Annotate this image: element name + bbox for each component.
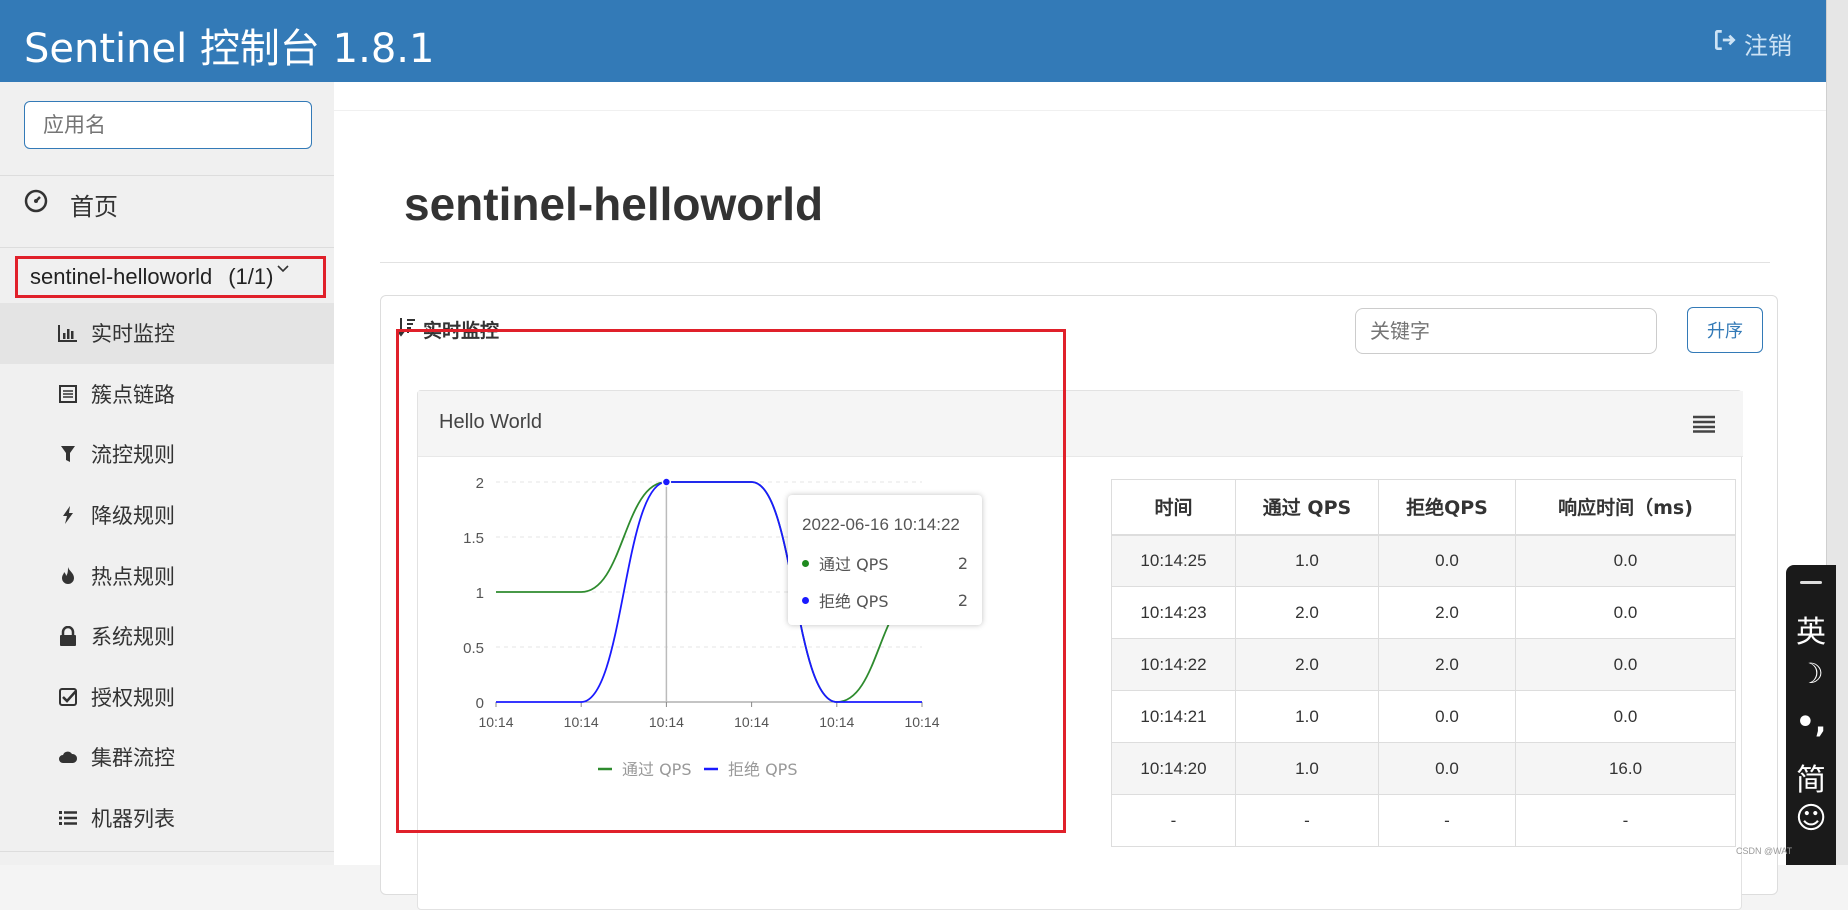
sidebar-item-label: 集群流控 xyxy=(91,746,175,771)
ime-simplified-toggle[interactable]: 简 xyxy=(1786,755,1836,799)
sidebar: 搜索 首页 sentinel-helloworld (1/1) 实时监控 簇点链… xyxy=(0,82,334,865)
table-row: 10:14:21 1.0 0.0 0.0 xyxy=(1111,690,1736,743)
ime-toolbar: 英 ☽ •, 简 ☺ xyxy=(1786,565,1836,865)
table-row: 10:14:22 2.0 2.0 0.0 xyxy=(1111,638,1736,691)
column-header-rt[interactable]: 响应时间（ms) xyxy=(1515,479,1736,536)
table-header-row: 时间 通过 QPS 拒绝QPS 响应时间（ms) xyxy=(1111,479,1736,536)
sidebar-item-machine-list[interactable]: 机器列表 xyxy=(0,788,334,849)
sidebar-item-hotspot-rules[interactable]: 热点规则 xyxy=(0,545,334,606)
top-navbar: Sentinel 控制台 1.8.1 注销 xyxy=(0,0,1826,82)
keyword-search-input[interactable] xyxy=(1355,308,1657,354)
sidebar-divider xyxy=(0,175,334,176)
sidebar-item-label: 机器列表 xyxy=(91,807,175,832)
column-header-time[interactable]: 时间 xyxy=(1111,479,1236,536)
flash-icon xyxy=(57,504,79,526)
dashboard-icon xyxy=(24,189,48,220)
ime-language-toggle[interactable]: 英 xyxy=(1786,607,1836,651)
logout-icon xyxy=(1712,27,1738,60)
sidebar-item-label: 实时监控 xyxy=(91,322,175,347)
app-instance-count: (1/1) xyxy=(228,264,274,289)
table-cell: 0.0 xyxy=(1515,638,1736,691)
table-cell: 1.0 xyxy=(1235,742,1379,795)
sidebar-divider xyxy=(0,247,334,248)
logout-label: 注销 xyxy=(1744,33,1792,60)
table-cell: 2.0 xyxy=(1378,586,1516,639)
sidebar-item-label: 簇点链路 xyxy=(91,382,175,407)
metrics-table: 时间 通过 QPS 拒绝QPS 响应时间（ms) 10:14:25 1.0 0.0 0… xyxy=(1111,479,1736,847)
app-name-label: sentinel-helloworld xyxy=(30,264,213,289)
table-cell: 10:14:22 xyxy=(1111,638,1236,691)
table-cell: 0.0 xyxy=(1378,690,1516,743)
emoji-icon[interactable]: ☺ xyxy=(1786,801,1836,836)
table-cell: 0.0 xyxy=(1378,742,1516,795)
table-cell: - xyxy=(1235,794,1379,847)
table-cell: 0.0 xyxy=(1378,534,1516,587)
sidebar-item-degrade-rules[interactable]: 降级规则 xyxy=(0,485,334,546)
table-row: ---- xyxy=(1111,794,1736,847)
fire-icon xyxy=(57,565,79,587)
ime-punctuation-toggle[interactable]: •, xyxy=(1786,705,1836,740)
table-cell: 2.0 xyxy=(1235,638,1379,691)
watermark: CSDN @WAT xyxy=(1736,846,1793,856)
sidebar-divider xyxy=(0,851,334,852)
sidebar-home-label: 首页 xyxy=(70,194,118,221)
table-cell: - xyxy=(1111,794,1236,847)
title-divider xyxy=(380,262,1770,263)
sidebar-item-cluster-link[interactable]: 簇点链路 xyxy=(0,364,334,425)
lock-icon xyxy=(57,625,79,647)
table-cell: 16.0 xyxy=(1515,742,1736,795)
moon-icon[interactable]: ☽ xyxy=(1786,657,1836,690)
sidebar-item-label: 热点规则 xyxy=(91,564,175,589)
sidebar-item-label: 流控规则 xyxy=(91,443,175,468)
app-search-group: 搜索 xyxy=(24,101,312,149)
app-search-button[interactable]: 搜索 xyxy=(311,102,312,148)
sidebar-item-label: 授权规则 xyxy=(91,685,175,710)
table-row: 10:14:25 1.0 0.0 0.0 xyxy=(1111,534,1736,587)
sidebar-item-system-rules[interactable]: 系统规则 xyxy=(0,606,334,667)
filter-icon xyxy=(57,443,79,465)
check-icon xyxy=(57,686,79,708)
main-area: sentinel-helloworld 实时监控 升序 Hello World … xyxy=(334,110,1826,910)
column-header-block-qps[interactable]: 拒绝QPS xyxy=(1378,479,1516,536)
app-search-input[interactable] xyxy=(25,102,311,148)
sidebar-item-home[interactable]: 首页 xyxy=(24,187,118,222)
sort-ascending-button[interactable]: 升序 xyxy=(1687,307,1763,353)
table-cell: 1.0 xyxy=(1235,534,1379,587)
table-cell: - xyxy=(1515,794,1736,847)
list-icon xyxy=(57,383,79,405)
table-cell: 10:14:25 xyxy=(1111,534,1236,587)
logout-button[interactable]: 注销 xyxy=(1712,26,1792,61)
page-title: sentinel-helloworld xyxy=(404,178,824,230)
sidebar-menu: 实时监控 簇点链路 流控规则 降级规则 热点规则 系统规则 授权规则 集群流控 xyxy=(0,303,334,848)
table-cell: 0.0 xyxy=(1515,690,1736,743)
menu-icon[interactable] xyxy=(1693,415,1715,433)
table-cell: 10:14:20 xyxy=(1111,742,1236,795)
table-cell: - xyxy=(1378,794,1516,847)
chevron-down-icon xyxy=(277,260,290,278)
sidebar-item-auth-rules[interactable]: 授权规则 xyxy=(0,667,334,728)
sidebar-item-flow-rules[interactable]: 流控规则 xyxy=(0,424,334,485)
list-ul-icon xyxy=(57,807,79,829)
app-title: Sentinel 控制台 1.8.1 xyxy=(24,26,435,72)
sidebar-item-realtime-monitor[interactable]: 实时监控 xyxy=(0,303,334,364)
column-header-pass-qps[interactable]: 通过 QPS xyxy=(1235,479,1379,536)
ime-drag-handle[interactable] xyxy=(1800,581,1822,584)
table-cell: 2.0 xyxy=(1235,586,1379,639)
bar-chart-icon xyxy=(57,322,79,344)
table-row: 10:14:23 2.0 2.0 0.0 xyxy=(1111,586,1736,639)
sidebar-app-sentinel-helloworld[interactable]: sentinel-helloworld (1/1) xyxy=(15,256,326,298)
table-cell: 2.0 xyxy=(1378,638,1516,691)
table-cell: 10:14:23 xyxy=(1111,586,1236,639)
highlight-box-chart xyxy=(396,329,1066,833)
table-row: 10:14:20 1.0 0.0 16.0 xyxy=(1111,742,1736,795)
table-cell: 10:14:21 xyxy=(1111,690,1236,743)
table-cell: 0.0 xyxy=(1515,534,1736,587)
cloud-icon xyxy=(57,746,79,768)
table-cell: 1.0 xyxy=(1235,690,1379,743)
main-content: sentinel-helloworld 实时监控 升序 Hello World … xyxy=(334,82,1826,910)
sidebar-item-cluster-flow[interactable]: 集群流控 xyxy=(0,727,334,788)
sidebar-item-label: 降级规则 xyxy=(91,504,175,529)
table-cell: 0.0 xyxy=(1515,586,1736,639)
sidebar-item-label: 系统规则 xyxy=(91,625,175,650)
